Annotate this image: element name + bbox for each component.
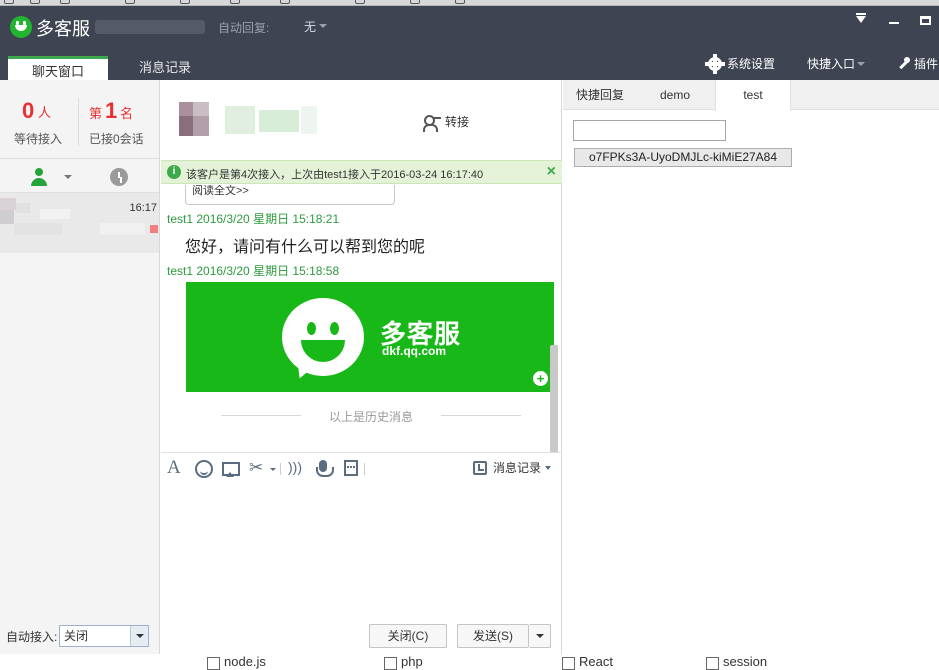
- divider: [161, 452, 562, 453]
- divider: [280, 463, 281, 475]
- message-meta: test1 2016/3/20 星期日 15:18:21: [167, 212, 340, 226]
- tag-checkbox-row: node.js php React session: [0, 654, 939, 670]
- clock-icon: [473, 461, 487, 475]
- divider: [0, 158, 159, 159]
- redacted-preview: [14, 223, 62, 235]
- menu-dropdown-icon[interactable]: [856, 13, 866, 28]
- image-icon[interactable]: [222, 462, 240, 477]
- message-log-button[interactable]: 消息记录: [473, 460, 552, 476]
- message-log-label: 消息记录: [493, 461, 542, 475]
- tab-test[interactable]: test: [715, 80, 791, 111]
- quick-entry-dropdown[interactable]: 快捷入口: [807, 54, 866, 74]
- close-session-button[interactable]: 关闭(C): [369, 624, 447, 648]
- rank-suffix: 名: [120, 106, 134, 121]
- test-input[interactable]: [573, 120, 726, 141]
- voice-wave-icon[interactable]: ))): [288, 459, 306, 477]
- send-options-button[interactable]: [529, 624, 551, 648]
- tab-quick-reply[interactable]: 快捷回复: [563, 80, 637, 110]
- auto-reply-dropdown[interactable]: 无: [304, 18, 328, 35]
- zoom-in-icon[interactable]: +: [533, 371, 548, 386]
- plugin-panel: 快捷回复 demo test o7FPKs3A-UyoDMJLc-kiMiE27…: [563, 80, 939, 668]
- gear-icon: [705, 54, 725, 74]
- session-time: 16:17: [129, 202, 157, 214]
- stats-divider: [78, 98, 79, 146]
- history-separator: 以上是历史消息: [221, 408, 521, 425]
- image-brand-url: dkf.qq.com: [382, 344, 447, 358]
- redacted-avatar-part: [0, 210, 14, 224]
- rank-prefix: 第: [89, 106, 103, 121]
- article-card[interactable]: 阅读全文>>: [185, 185, 395, 205]
- close-icon[interactable]: ×: [547, 163, 556, 181]
- send-button[interactable]: 发送(S): [457, 624, 529, 648]
- message-meta: test1 2016/3/20 星期日 15:18:58: [167, 264, 340, 278]
- transfer-label: 转接: [445, 115, 470, 129]
- title-bar: 多客服 自动回复: 无 聊天窗口 消息记录 系统设置 快捷入口 插件: [0, 6, 939, 86]
- font-icon[interactable]: A: [167, 457, 185, 478]
- auto-reply-label: 自动回复:: [218, 21, 270, 35]
- unread-badge: [150, 225, 158, 233]
- rank-number: 1: [105, 98, 118, 123]
- emoji-icon[interactable]: [195, 460, 213, 478]
- system-settings-button[interactable]: 系统设置: [705, 54, 776, 74]
- message-text: 您好，请问有什么可以帮到您的呢: [185, 239, 426, 256]
- chat-panel: 转接 i 该客户是第4次接入，上次由test1接入于2016-03-24 16:…: [161, 80, 562, 668]
- wrench-icon: [898, 57, 910, 70]
- plugins-label: 插件: [914, 57, 939, 71]
- plugins-button[interactable]: 插件: [898, 54, 938, 74]
- redacted-name-part: [40, 209, 70, 219]
- info-icon: i: [167, 165, 181, 179]
- maximize-icon[interactable]: [920, 16, 931, 25]
- account-name-redacted: [95, 20, 205, 34]
- read-more-link[interactable]: 阅读全文>>: [192, 185, 249, 197]
- chevron-down-icon[interactable]: [270, 468, 276, 474]
- app-name: 多客服: [36, 19, 90, 39]
- app-logo-icon: [10, 16, 32, 38]
- screenshot-scissors-icon[interactable]: ✂: [249, 458, 267, 477]
- system-settings-label: 系统设置: [727, 57, 776, 71]
- accepted-sessions-label: 已接0会话: [89, 132, 144, 146]
- customer-name-redacted: [301, 106, 317, 134]
- session-sidebar: 0 人 等待接入 第 1 名 已接0会话 16:17 自动接入: 关闭: [0, 80, 160, 668]
- chat-scrollbar[interactable]: [550, 345, 558, 453]
- auto-accept-select[interactable]: 关闭: [59, 625, 149, 647]
- customer-name-redacted: [259, 110, 299, 132]
- auto-accept-label: 自动接入:: [6, 630, 58, 644]
- message-image[interactable]: 多客服 dkf.qq.com +: [186, 282, 554, 392]
- redacted-avatar: [0, 198, 16, 210]
- minimize-icon[interactable]: [889, 22, 899, 24]
- openid-button[interactable]: o7FPKs3A-UyoDMJLc-kiMiE27A84: [574, 148, 792, 167]
- visit-notice-text: 该客户是第4次接入，上次由test1接入于2016-03-24 16:17:40: [186, 169, 484, 181]
- transfer-icon: [423, 114, 441, 132]
- waiting-unit: 人: [38, 105, 52, 120]
- redacted-name-part: [16, 203, 30, 213]
- customer-name-redacted: [225, 106, 255, 134]
- divider: [364, 463, 365, 475]
- session-list-item[interactable]: 16:17: [0, 193, 159, 253]
- visit-notice-bar: i 该客户是第4次接入，上次由test1接入于2016-03-24 16:17:…: [161, 160, 562, 184]
- waiting-label: 等待接入: [14, 132, 63, 146]
- waiting-count: 0: [22, 98, 35, 123]
- customer-avatar: [179, 102, 209, 136]
- chevron-down-icon[interactable]: [130, 626, 148, 646]
- auto-accept-value: 关闭: [64, 629, 89, 643]
- chevron-down-icon[interactable]: [64, 175, 72, 183]
- transfer-button[interactable]: 转接: [423, 112, 469, 132]
- microphone-icon[interactable]: [316, 460, 334, 477]
- redacted-preview: [100, 223, 145, 235]
- calculator-icon[interactable]: [344, 460, 358, 476]
- customer-list-icon[interactable]: [30, 168, 48, 186]
- tab-demo[interactable]: demo: [637, 80, 713, 110]
- plugin-tabs: 快捷回复 demo test: [563, 80, 939, 111]
- recent-sessions-icon[interactable]: [110, 168, 128, 186]
